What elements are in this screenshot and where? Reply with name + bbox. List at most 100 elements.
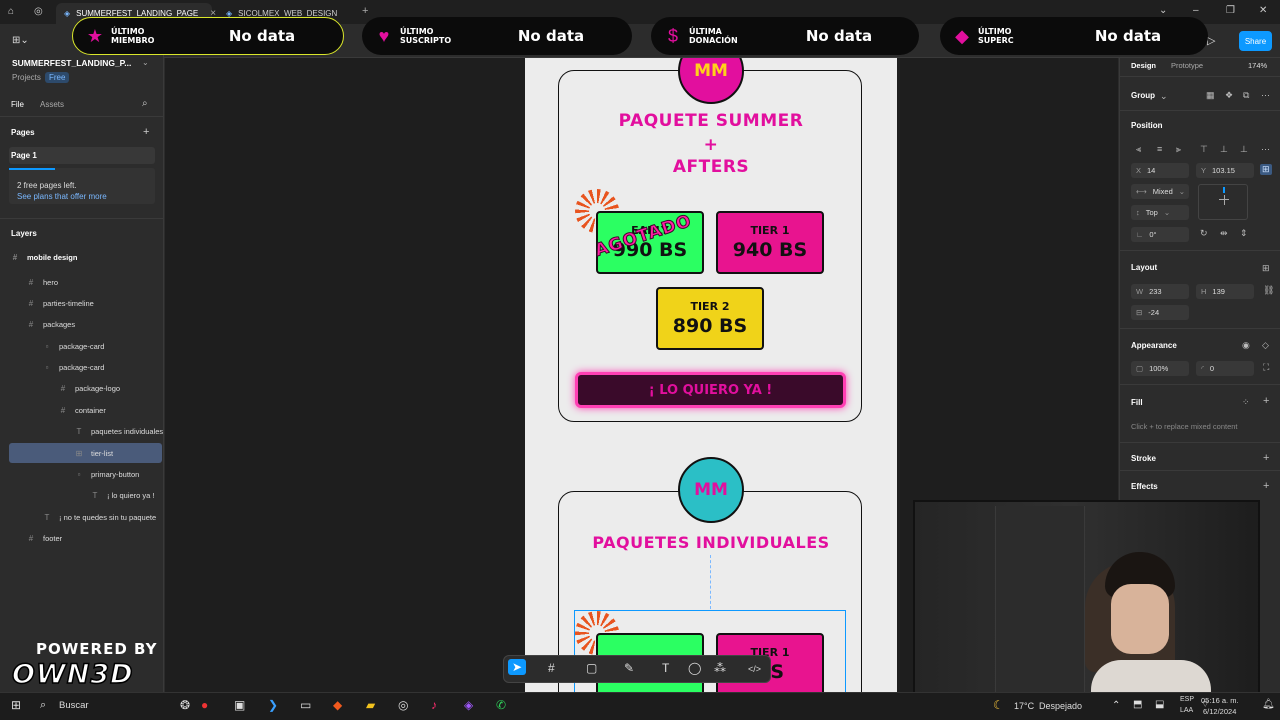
constraint-horizontal[interactable]: ⟷ Mixed ⌄ [1131,184,1189,199]
opacity-field[interactable]: ▢ 100% [1131,361,1189,376]
layer-package-card[interactable]: ▫ package-card [0,357,164,377]
expand-icon[interactable]: ⛶ [1263,362,1269,373]
search-icon[interactable]: ⌕ [142,98,148,109]
align-right-icon[interactable]: ⫸ [1176,144,1181,155]
mobile-frame[interactable]: MM PAQUETE SUMMER + AFTERS EARLY 990 BS … [525,58,897,692]
record-icon[interactable]: ● [201,698,208,712]
maximize-icon[interactable]: ❐ [1226,5,1235,16]
more-icon[interactable]: ⋯ [1261,90,1270,101]
whatsapp-icon[interactable]: ✆ [496,698,506,712]
align-center-icon[interactable]: ≡ [1157,144,1162,154]
pen-tool-icon[interactable]: ✎ [624,661,634,675]
y-field[interactable]: Y 103.15 [1196,163,1254,178]
eye-icon[interactable]: ◉ [1242,340,1250,351]
flip-horizontal-icon[interactable]: ⇹ [1220,228,1228,239]
folder-icon[interactable]: ▰ [366,698,375,712]
constraints-icon[interactable]: ⊞ [1260,164,1272,175]
figma-app-icon[interactable]: ◈ [464,698,473,712]
chevron-down-icon[interactable]: ⌄ [1159,5,1167,16]
move-tool-icon[interactable]: ➤ [508,659,527,675]
add-effect-icon[interactable]: + [1263,480,1269,492]
rectangle-tool-icon[interactable]: ▢ [586,661,597,675]
more-icon[interactable]: ⋯ [1261,144,1270,155]
boolean-icon[interactable]: ⧉ [1243,90,1249,101]
text-tool-icon[interactable]: T [662,661,669,675]
gap-field[interactable]: ⊟ -24 [1131,305,1189,320]
layer-package-card[interactable]: ▫ package-card [0,336,164,356]
tier-2[interactable]: TIER 2 890 BS [656,287,764,350]
chevron-up-icon[interactable]: ⌃ [1112,700,1120,711]
figma-menu-icon[interactable]: ⊞⌄ [12,35,29,46]
page-item-1[interactable]: Page 1 [9,147,155,164]
zoom-level[interactable]: 174% [1248,61,1267,70]
selection-type[interactable]: Group [1131,91,1155,100]
tray-icon[interactable]: ⬒ [1133,699,1142,710]
height-field[interactable]: H 139 [1196,284,1254,299]
align-top-icon[interactable]: ⊤ [1200,144,1208,155]
layer-tier-list[interactable]: ⊞ tier-list [9,443,162,463]
task-view-icon[interactable]: ▣ [234,698,245,712]
home-icon[interactable]: ⌂ [8,6,14,17]
align-middle-icon[interactable]: ⊥ [1220,144,1228,155]
layer-container[interactable]: # container [0,400,164,420]
tray-icon[interactable]: ⬓ [1155,699,1164,710]
search-icon[interactable]: ⌕ [40,699,46,712]
styles-icon[interactable]: ⁘ [1242,397,1250,408]
tiktok-icon[interactable]: ♪ [431,698,437,712]
file-name[interactable]: SUMMERFEST_LANDING_P... [12,58,131,68]
dev-mode-icon[interactable]: </> [748,664,761,674]
grid-icon[interactable]: ▦ [1206,90,1215,101]
tier-1[interactable]: TIER 1 940 BS [716,211,824,274]
frame-tool-icon[interactable]: # [548,661,555,675]
tab-file[interactable]: File [11,100,24,109]
layer-primary-button[interactable]: ▫ primary-button [0,464,164,484]
tab-assets[interactable]: Assets [40,100,64,109]
play-icon[interactable]: ▷ [1207,34,1215,47]
layout-grid-icon[interactable]: ⊞ [1262,263,1270,274]
layer-paquetes-individuales[interactable]: Tpaquetes individuales [0,421,164,441]
chevron-down-icon[interactable]: ⌄ [142,58,149,67]
layer-mobile-design[interactable]: # mobile design [0,247,164,267]
layer-parties-timeline[interactable]: # parties-timeline [0,293,164,313]
notification-icon[interactable]: 🔔︎ [1262,699,1275,710]
comment-tool-icon[interactable]: ◯ [688,661,701,675]
flip-vertical-icon[interactable]: ⇕ [1240,228,1248,239]
new-tab-button[interactable]: + [362,5,368,17]
corner-radius-field[interactable]: ◜ 0 [1196,361,1254,376]
projects-link[interactable]: Projects [12,73,41,82]
layer-footer[interactable]: # footer [0,528,164,548]
tab-design[interactable]: Design [1131,61,1156,70]
primary-button[interactable]: ¡ LO QUIERO YA ! [575,372,846,408]
constraints-widget[interactable] [1198,184,1248,220]
resources-icon[interactable]: ⁂ [714,661,726,675]
align-bottom-icon[interactable]: ⊥ [1240,144,1248,155]
drop-icon[interactable]: ◇ [1262,340,1269,351]
add-fill-icon[interactable]: + [1263,395,1269,407]
component-icon[interactable]: ❖ [1225,90,1233,101]
terminal-icon[interactable]: ▭ [300,698,311,712]
layer-lo-quiero-ya[interactable]: T ¡ lo quiero ya ! [0,485,164,505]
tab-prototype[interactable]: Prototype [1171,61,1203,70]
share-button[interactable]: Share [1239,31,1272,51]
layer-packages[interactable]: # packages [0,314,164,334]
close-window-icon[interactable]: ✕ [1259,5,1267,16]
layer-package-logo[interactable]: # package-logo [0,378,164,398]
obs-icon[interactable]: ◎ [398,698,408,712]
width-field[interactable]: W 233 [1131,284,1189,299]
align-left-icon[interactable]: ⫷ [1136,144,1141,155]
windows-start-icon[interactable]: ⊞ [11,698,21,712]
chevron-down-icon[interactable]: ⌄ [1160,91,1168,102]
rotation-field[interactable]: ∟ 0° [1131,227,1189,242]
globe-icon[interactable]: ◎ [34,6,43,17]
add-stroke-icon[interactable]: + [1263,452,1269,464]
add-page-icon[interactable]: + [143,126,149,138]
plans-link[interactable]: See plans that offer more [17,192,107,201]
vscode-icon[interactable]: ❯ [268,698,278,712]
link-icon[interactable]: ⛓ [1263,285,1274,296]
layer-hero[interactable]: # hero [0,272,164,292]
layer-no-te-quedes[interactable]: T ¡ no te quedes sin tu paquete [0,507,164,527]
app-icon[interactable]: ❂ [180,698,190,712]
constraint-vertical[interactable]: ↕ Top ⌄ [1131,205,1189,220]
minimize-icon[interactable]: – [1193,5,1199,16]
taskbar-search[interactable]: Buscar [59,700,89,711]
